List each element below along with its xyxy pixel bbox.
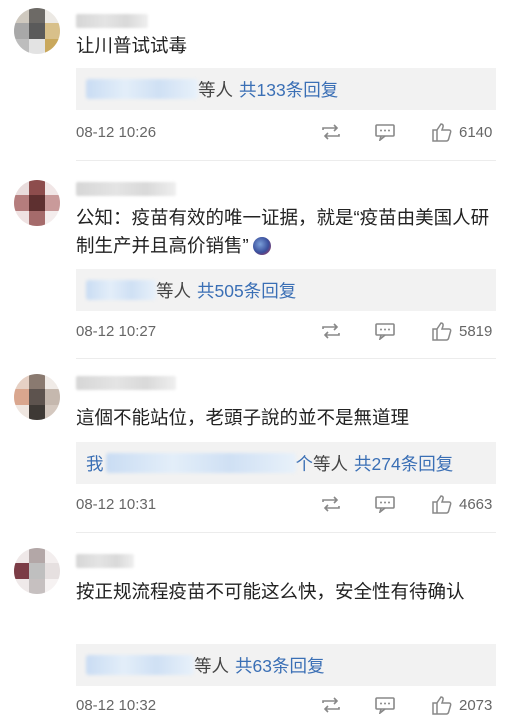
comment-item: 公知：疫苗有效的唯一证据，就是“疫苗由美国人研制生产并且高价销售” 等人 共50… xyxy=(0,172,508,357)
comment-item: 让川普试试毒 等人 共133条回复 08-12 10:26 6140 xyxy=(0,0,508,170)
comment-icon[interactable] xyxy=(374,122,396,142)
like-button[interactable]: 6140 xyxy=(431,122,492,142)
reply-people: 等人 xyxy=(194,655,229,676)
divider xyxy=(76,160,496,161)
reply-user-prefix[interactable]: 我 xyxy=(86,451,104,476)
comment-text: 让川普试试毒 xyxy=(76,35,188,56)
comment-icon[interactable] xyxy=(374,695,396,715)
reply-summary[interactable]: 等人 共63条回复 xyxy=(76,644,496,686)
reply-users-blurred xyxy=(86,655,194,675)
thumbs-up-icon xyxy=(432,322,452,341)
like-count: 6140 xyxy=(459,123,493,141)
comment-meta: 08-12 10:26 6140 xyxy=(76,120,496,144)
comment-meta: 08-12 10:32 2073 xyxy=(76,693,496,717)
reply-users-blurred xyxy=(86,79,198,99)
username-blurred[interactable] xyxy=(76,182,176,196)
comment-icon[interactable] xyxy=(374,321,396,341)
repost-icon[interactable] xyxy=(320,494,342,514)
comment-icon[interactable] xyxy=(374,494,396,514)
reply-count-link[interactable]: 共274条回复 xyxy=(354,451,453,476)
reply-summary[interactable]: 等人 共133条回复 xyxy=(76,68,496,110)
comment-text: 公知：疫苗有效的唯一证据，就是“疫苗由美国人研制生产并且高价销售” xyxy=(76,204,494,260)
avatar[interactable] xyxy=(14,374,60,420)
reply-summary[interactable]: 等人 共505条回复 xyxy=(76,269,496,311)
comment-item: 這個不能站位，老頭子說的並不是無道理 我 个 等人 共274条回复 08-12 … xyxy=(0,366,508,538)
comment-text: 按正规流程疫苗不可能这么快，安全性有待确认 xyxy=(76,581,465,602)
avatar[interactable] xyxy=(14,8,60,54)
username-blurred[interactable] xyxy=(76,14,148,28)
thumbs-up-icon xyxy=(432,696,452,715)
reply-users-blurred xyxy=(105,453,296,473)
reply-count-link[interactable]: 共133条回复 xyxy=(239,77,338,102)
like-count: 2073 xyxy=(459,696,493,714)
reply-people: 等人 xyxy=(313,453,348,474)
avatar[interactable] xyxy=(14,180,60,226)
divider xyxy=(76,358,496,359)
reply-people: 等人 xyxy=(156,280,191,301)
like-count: 4663 xyxy=(459,495,493,513)
like-button[interactable]: 2073 xyxy=(431,695,492,715)
reply-count-link[interactable]: 共505条回复 xyxy=(197,278,296,303)
comment-item: 按正规流程疫苗不可能这么快，安全性有待确认 等人 共63条回复 08-12 10… xyxy=(0,540,508,728)
like-button[interactable]: 5819 xyxy=(431,321,492,341)
avatar[interactable] xyxy=(14,548,60,594)
emoji-icon xyxy=(252,237,271,255)
comment-meta: 08-12 10:27 5819 xyxy=(76,319,496,343)
reply-summary[interactable]: 我 个 等人 共274条回复 xyxy=(76,442,496,484)
repost-icon[interactable] xyxy=(320,321,342,341)
comment-text: 這個不能站位，老頭子說的並不是無道理 xyxy=(76,407,410,428)
thumbs-up-icon xyxy=(432,123,452,142)
username-blurred[interactable] xyxy=(76,376,176,390)
reply-users-blurred xyxy=(86,280,156,300)
like-button[interactable]: 4663 xyxy=(431,494,492,514)
repost-icon[interactable] xyxy=(320,695,342,715)
username-blurred[interactable] xyxy=(76,554,134,568)
repost-icon[interactable] xyxy=(320,122,342,142)
like-count: 5819 xyxy=(459,322,493,340)
reply-count-link[interactable]: 共63条回复 xyxy=(235,653,324,678)
divider xyxy=(76,532,496,533)
comment-meta: 08-12 10:31 4663 xyxy=(76,492,496,516)
reply-user-suffix[interactable]: 个 xyxy=(296,451,314,476)
thumbs-up-icon xyxy=(432,495,452,514)
comment-text-content: 公知：疫苗有效的唯一证据，就是“疫苗由美国人研制生产并且高价销售” xyxy=(76,207,490,256)
reply-people: 等人 xyxy=(198,79,233,100)
